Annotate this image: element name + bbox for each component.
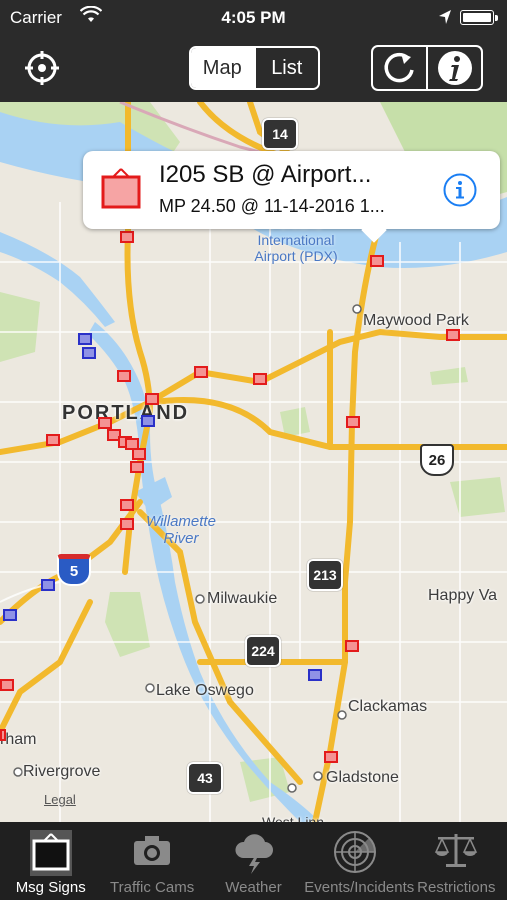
message-sign-marker[interactable] [145, 393, 159, 405]
tab-label: Events/Incidents [304, 879, 415, 896]
message-sign-marker[interactable] [346, 416, 360, 428]
sign-callout[interactable]: I205 SB @ Airport... MP 24.50 @ 11-14-20… [83, 151, 500, 243]
tab-bar: Msg Signs Traffic Cams Weather Events/In… [0, 822, 507, 900]
tab-events-incidents[interactable]: Events/Incidents [304, 822, 415, 900]
us-26-shield: 26 [420, 444, 454, 476]
message-sign-marker[interactable] [120, 518, 134, 530]
label-gladstone: Gladstone [326, 769, 399, 786]
message-sign-marker[interactable] [141, 415, 155, 427]
label-lake-oswego: Lake Oswego [156, 682, 254, 699]
tab-traffic-cams[interactable]: Traffic Cams [101, 822, 202, 900]
route-14-shield: 14 [262, 118, 298, 150]
refresh-icon [383, 52, 414, 83]
label-rivergrove: Rivergrove [23, 763, 101, 780]
tab-weather[interactable]: Weather [203, 822, 304, 900]
weather-cloud-icon [235, 834, 273, 874]
status-bar: Carrier 4:05 PM [0, 0, 507, 36]
tab-label: Restrictions [417, 879, 496, 896]
tab-label: Traffic Cams [110, 879, 195, 896]
label-willamette-line1: Willamette [146, 513, 216, 530]
label-maywood-park: Maywood Park [363, 312, 469, 329]
location-arrow-icon [439, 10, 451, 24]
locate-me-icon[interactable] [24, 50, 60, 86]
interstate-5-shield: 5 [57, 554, 91, 586]
message-sign-marker[interactable] [125, 438, 139, 450]
camera-icon [134, 836, 171, 865]
tab-restrictions[interactable]: Restrictions [406, 822, 507, 900]
label-milwaukie: Milwaukie [207, 590, 278, 607]
view-segmented-control: Map List [189, 46, 320, 90]
message-sign-marker[interactable] [82, 347, 96, 359]
message-sign-marker[interactable] [446, 329, 460, 341]
route-213-shield: 213 [307, 559, 343, 591]
nav-bar: Map List [0, 36, 507, 102]
route-43-shield: 43 [187, 762, 223, 794]
label-willamette-line2: River [163, 530, 199, 547]
message-sign-marker[interactable] [117, 370, 131, 382]
message-sign-marker[interactable] [370, 255, 384, 267]
message-sign-marker[interactable] [78, 333, 92, 345]
info-button[interactable] [426, 47, 481, 89]
label-airport-line3: Airport (PDX) [254, 248, 338, 264]
message-sign-marker[interactable] [324, 751, 338, 763]
message-sign-marker[interactable] [0, 729, 6, 741]
callout-info-icon[interactable] [443, 173, 477, 207]
route-224-shield: 224 [245, 635, 281, 667]
message-sign-marker[interactable] [253, 373, 267, 385]
message-sign-marker[interactable] [345, 640, 359, 652]
info-icon [437, 51, 472, 85]
battery-tip [495, 15, 498, 21]
message-sign-icon [29, 830, 72, 876]
message-sign-marker[interactable] [46, 434, 60, 446]
callout-title: I205 SB @ Airport... [159, 161, 372, 188]
message-sign-marker[interactable] [194, 366, 208, 378]
tab-msg-signs[interactable]: Msg Signs [0, 822, 101, 900]
message-sign-marker[interactable] [41, 579, 55, 591]
label-clackamas: Clackamas [348, 698, 428, 715]
message-sign-marker[interactable] [130, 461, 144, 473]
tab-label: Weather [225, 879, 282, 896]
clock: 4:05 PM [221, 8, 286, 27]
scales-icon [435, 834, 478, 867]
tab-label: Msg Signs [15, 879, 86, 896]
label-portland: PORTLAND [62, 402, 190, 424]
message-sign-marker[interactable] [98, 417, 112, 429]
segment-map[interactable]: Map [191, 48, 254, 88]
radar-icon [333, 831, 376, 873]
callout-subtitle: MP 24.50 @ 11-14-2016 1... [159, 196, 385, 216]
label-airport-line2: International [257, 232, 335, 248]
message-sign-marker[interactable] [0, 679, 14, 691]
message-sign-marker[interactable] [120, 499, 134, 511]
message-sign-marker[interactable] [308, 669, 322, 681]
label-happy-valley: Happy Va [428, 587, 498, 604]
refresh-button[interactable] [373, 47, 426, 89]
battery-icon [460, 10, 494, 25]
segment-list[interactable]: List [253, 48, 318, 88]
message-sign-icon [101, 168, 141, 209]
label-willamette-river: Willamette River [136, 513, 226, 547]
message-sign-marker[interactable] [120, 231, 134, 243]
message-sign-marker[interactable] [3, 609, 17, 621]
action-button-group [371, 45, 483, 91]
legal-link[interactable]: Legal [44, 792, 76, 807]
label-west-linn: West Linn [262, 814, 324, 822]
